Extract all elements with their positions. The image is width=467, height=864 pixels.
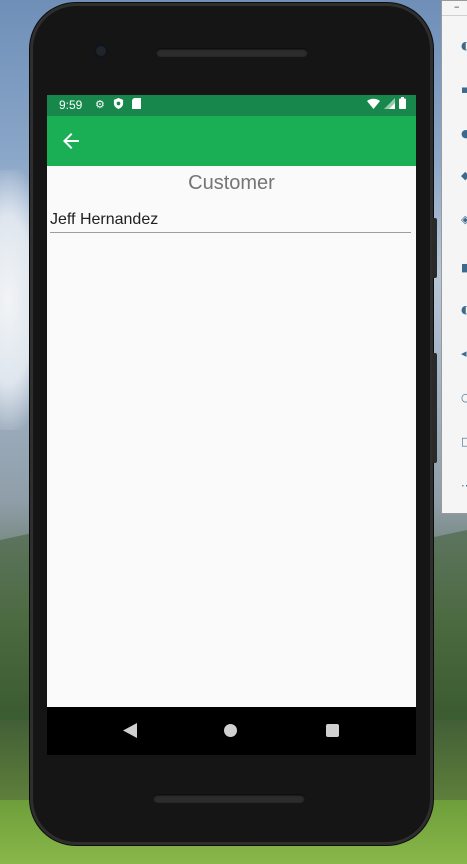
front-camera	[93, 43, 109, 59]
app-toolbar	[47, 116, 416, 166]
gear-icon: ⚙	[95, 99, 105, 111]
screenshot-icon[interactable]: ■	[461, 262, 467, 273]
top-speaker	[156, 48, 308, 57]
sd-card-icon	[131, 98, 141, 112]
bottom-speaker	[153, 794, 305, 803]
arrow-back-icon[interactable]	[59, 129, 83, 153]
back-icon[interactable]: ◂	[461, 348, 467, 359]
page-title: Customer	[188, 172, 275, 194]
volume-down-icon[interactable]: ●	[461, 128, 467, 139]
more-icon[interactable]: ⋯	[461, 480, 467, 491]
shield-icon	[113, 98, 124, 112]
rotate-right-icon[interactable]: ◈	[461, 214, 467, 225]
overview-icon[interactable]: □	[461, 436, 467, 447]
power-icon[interactable]: ◐	[461, 40, 467, 51]
side-toolbar-top: –	[442, 1, 467, 16]
emulator-side-toolbar: – ◐ ▪ ● ◆ ◈ ■ ◐ ◂ ○ □ ⋯	[441, 0, 467, 514]
status-time: 9:59	[59, 98, 83, 112]
home-circle-icon[interactable]	[224, 724, 237, 737]
battery-icon	[399, 97, 406, 112]
power-side-button[interactable]	[432, 218, 437, 278]
customer-name-field[interactable]	[50, 210, 411, 233]
signal-icon	[384, 97, 395, 112]
zoom-icon[interactable]: ◐	[461, 304, 467, 315]
app-screen: 9:59 ⚙ Customer Jeff Hernandez	[47, 95, 416, 707]
phone-frame: 9:59 ⚙ Customer Jeff Hernandez	[30, 3, 437, 845]
home-icon[interactable]: ○	[461, 392, 467, 403]
navigation-bar	[47, 707, 416, 755]
customer-name-input[interactable]	[50, 210, 411, 230]
rotate-left-icon[interactable]: ◆	[461, 170, 467, 181]
wifi-icon	[367, 98, 380, 112]
volume-up-icon[interactable]: ▪	[461, 84, 467, 95]
status-bar: 9:59 ⚙	[47, 95, 416, 116]
volume-side-button[interactable]	[432, 353, 437, 463]
back-triangle-icon[interactable]	[123, 723, 137, 742]
recents-square-icon[interactable]	[326, 724, 339, 737]
